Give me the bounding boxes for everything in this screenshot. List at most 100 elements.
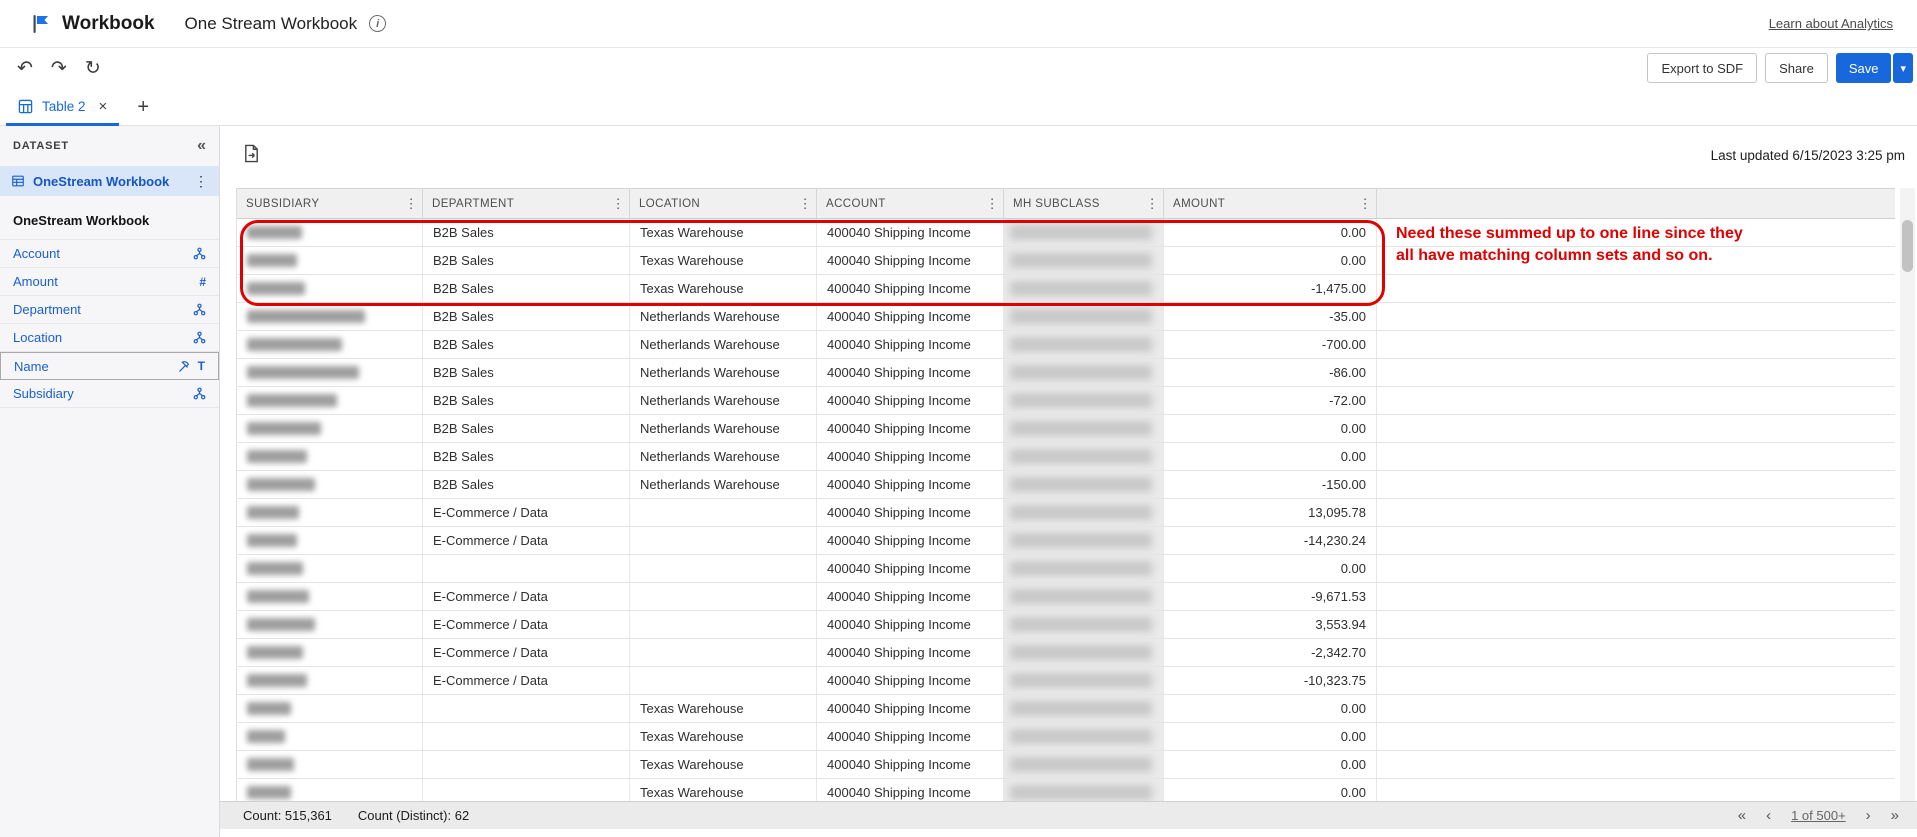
cell-account[interactable]: 400040 Shipping Income [817,779,1004,801]
cell-location[interactable]: Texas Warehouse [630,275,817,302]
column-menu-icon[interactable]: ⋮ [405,196,418,212]
cell-location[interactable]: Texas Warehouse [630,751,817,778]
cell-account[interactable]: 400040 Shipping Income [817,331,1004,358]
cell-account[interactable]: 400040 Shipping Income [817,415,1004,442]
cell-subsidiary[interactable] [237,275,423,302]
add-tab-button[interactable]: + [137,97,149,117]
cell-location[interactable]: Netherlands Warehouse [630,303,817,330]
cell-department[interactable]: E-Commerce / Data [423,611,630,638]
cell-location[interactable]: Texas Warehouse [630,723,817,750]
cell-department[interactable]: B2B Sales [423,415,630,442]
cell-location[interactable]: Netherlands Warehouse [630,471,817,498]
page-indicator[interactable]: 1 of 500+ [1791,808,1846,823]
cell-account[interactable]: 400040 Shipping Income [817,387,1004,414]
cell-amount[interactable]: 0.00 [1164,555,1377,582]
column-header-location[interactable]: LOCATION ⋮ [630,189,817,218]
cell-location[interactable] [630,555,817,582]
cell-amount[interactable]: 0.00 [1164,219,1377,246]
cell-location[interactable]: Netherlands Warehouse [630,359,817,386]
cell-account[interactable]: 400040 Shipping Income [817,359,1004,386]
cell-account[interactable]: 400040 Shipping Income [817,219,1004,246]
cell-mh-subclass[interactable] [1004,611,1164,638]
cell-subsidiary[interactable] [237,387,423,414]
cell-account[interactable]: 400040 Shipping Income [817,723,1004,750]
cell-amount[interactable]: 0.00 [1164,695,1377,722]
cell-department[interactable]: E-Commerce / Data [423,667,630,694]
column-menu-icon[interactable]: ⋮ [799,196,812,212]
cell-subsidiary[interactable] [237,751,423,778]
cell-location[interactable] [630,499,817,526]
cell-account[interactable]: 400040 Shipping Income [817,667,1004,694]
column-menu-icon[interactable]: ⋮ [612,196,625,212]
cell-department[interactable]: B2B Sales [423,471,630,498]
cell-subsidiary[interactable] [237,639,423,666]
cell-mh-subclass[interactable] [1004,275,1164,302]
prev-page-button[interactable]: ‹ [1766,808,1771,823]
cell-amount[interactable]: 0.00 [1164,443,1377,470]
column-header-subsidiary[interactable]: SUBSIDIARY ⋮ [237,189,423,218]
cell-account[interactable]: 400040 Shipping Income [817,247,1004,274]
column-header-department[interactable]: DEPARTMENT ⋮ [423,189,630,218]
cell-mh-subclass[interactable] [1004,499,1164,526]
cell-amount[interactable]: -150.00 [1164,471,1377,498]
cell-location[interactable] [630,667,817,694]
cell-location[interactable]: Netherlands Warehouse [630,331,817,358]
cell-department[interactable]: E-Commerce / Data [423,583,630,610]
cell-department[interactable]: B2B Sales [423,247,630,274]
refresh-icon[interactable]: ↻ [85,59,101,78]
cell-subsidiary[interactable] [237,471,423,498]
cell-department[interactable] [423,555,630,582]
cell-account[interactable]: 400040 Shipping Income [817,471,1004,498]
last-page-button[interactable]: » [1891,808,1899,823]
cell-subsidiary[interactable] [237,359,423,386]
cell-mh-subclass[interactable] [1004,527,1164,554]
cell-amount[interactable]: -9,671.53 [1164,583,1377,610]
cell-mh-subclass[interactable] [1004,443,1164,470]
cell-mh-subclass[interactable] [1004,471,1164,498]
cell-account[interactable]: 400040 Shipping Income [817,443,1004,470]
cell-account[interactable]: 400040 Shipping Income [817,639,1004,666]
cell-amount[interactable]: 0.00 [1164,247,1377,274]
cell-mh-subclass[interactable] [1004,779,1164,801]
cell-account[interactable]: 400040 Shipping Income [817,275,1004,302]
cell-mh-subclass[interactable] [1004,247,1164,274]
cell-amount[interactable]: 0.00 [1164,751,1377,778]
cell-subsidiary[interactable] [237,695,423,722]
cell-amount[interactable]: 0.00 [1164,779,1377,801]
cell-location[interactable]: Texas Warehouse [630,247,817,274]
cell-account[interactable]: 400040 Shipping Income [817,499,1004,526]
collapse-panel-icon[interactable]: « [197,137,206,155]
cell-subsidiary[interactable] [237,219,423,246]
cell-department[interactable]: B2B Sales [423,443,630,470]
refresh-data-icon[interactable] [242,143,261,169]
cell-account[interactable]: 400040 Shipping Income [817,555,1004,582]
cell-amount[interactable]: -2,342.70 [1164,639,1377,666]
cell-amount[interactable]: 13,095.78 [1164,499,1377,526]
cell-location[interactable]: Texas Warehouse [630,779,817,801]
cell-mh-subclass[interactable] [1004,415,1164,442]
cell-mh-subclass[interactable] [1004,219,1164,246]
tab-table-2[interactable]: Table 2 × [6,88,120,126]
column-header-account[interactable]: ACCOUNT ⋮ [817,189,1004,218]
sidebar-field-department[interactable]: Department [0,296,219,324]
cell-location[interactable] [630,583,817,610]
cell-location[interactable] [630,611,817,638]
cell-mh-subclass[interactable] [1004,303,1164,330]
sidebar-field-account[interactable]: Account [0,240,219,268]
cell-account[interactable]: 400040 Shipping Income [817,303,1004,330]
sidebar-field-subsidiary[interactable]: Subsidiary [0,380,219,408]
save-button[interactable]: Save [1835,53,1892,83]
cell-department[interactable] [423,723,630,750]
close-tab-icon[interactable]: × [99,99,108,114]
column-menu-icon[interactable]: ⋮ [1146,196,1159,212]
cell-subsidiary[interactable] [237,723,423,750]
cell-amount[interactable]: -86.00 [1164,359,1377,386]
cell-department[interactable]: E-Commerce / Data [423,527,630,554]
cell-mh-subclass[interactable] [1004,331,1164,358]
share-button[interactable]: Share [1765,53,1828,83]
cell-location[interactable]: Texas Warehouse [630,695,817,722]
cell-subsidiary[interactable] [237,331,423,358]
cell-mh-subclass[interactable] [1004,359,1164,386]
cell-account[interactable]: 400040 Shipping Income [817,583,1004,610]
column-header-amount[interactable]: AMOUNT ⋮ [1164,189,1377,218]
